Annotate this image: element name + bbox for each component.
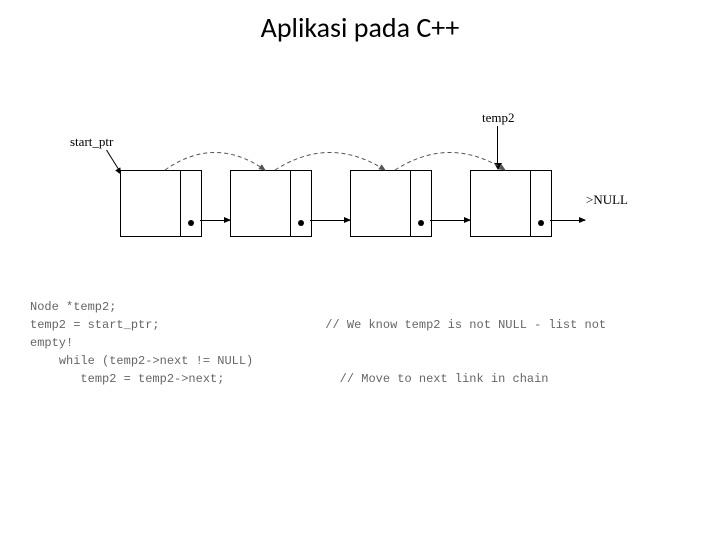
slide-title: Aplikasi pada C++ (0, 10, 720, 45)
link-arrow-23-icon (310, 220, 350, 221)
node-2 (230, 170, 312, 237)
link-arrow-34-icon (430, 220, 470, 221)
code-line: while (temp2->next != NULL) (59, 354, 253, 368)
code-comment: // We know temp2 is not NULL - list not (325, 318, 606, 332)
link-arrow-12-icon (200, 220, 230, 221)
next-ptr-dot-icon (418, 220, 424, 226)
node-divider-icon (180, 171, 181, 236)
next-ptr-dot-icon (298, 220, 304, 226)
code-line: Node *temp2; (30, 300, 116, 314)
code-line: empty! (30, 336, 73, 350)
code-line: temp2 = start_ptr; (30, 318, 160, 332)
node-4 (470, 170, 552, 237)
linked-list-diagram: start_ptr temp2 >NULL (70, 120, 650, 280)
null-label: >NULL (586, 192, 628, 208)
code-comment: // Move to next link in chain (340, 372, 549, 386)
node-1 (120, 170, 202, 237)
temp2-arrow-head-icon (494, 163, 502, 170)
code-block: Node *temp2; temp2 = start_ptr; // We kn… (30, 298, 606, 388)
next-ptr-dot-icon (188, 220, 194, 226)
node-divider-icon (530, 171, 531, 236)
temp2-arrow-line-icon (497, 126, 498, 164)
next-ptr-dot-icon (538, 220, 544, 226)
node-3 (350, 170, 432, 237)
temp2-label: temp2 (482, 110, 515, 126)
node-divider-icon (410, 171, 411, 236)
link-arrow-4null-icon (550, 220, 585, 221)
start-ptr-label: start_ptr (70, 134, 113, 150)
code-line: temp2 = temp2->next; (59, 372, 225, 386)
node-divider-icon (290, 171, 291, 236)
